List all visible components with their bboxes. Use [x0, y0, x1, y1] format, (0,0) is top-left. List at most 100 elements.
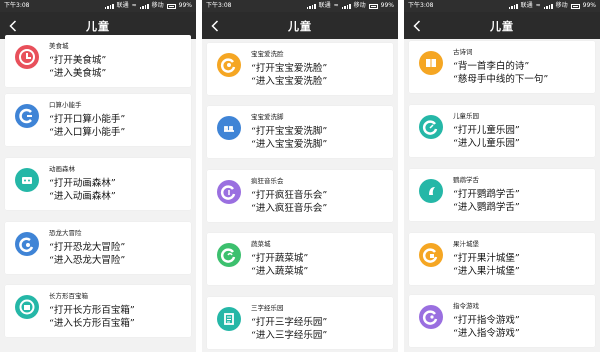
- skill-card[interactable]: 动画森林 “打开动画森林” “进入动画森林”: [5, 158, 191, 210]
- skill-name: 美食城: [49, 42, 69, 50]
- back-arrow-icon[interactable]: [410, 12, 424, 39]
- treasure-box-icon: [15, 295, 39, 319]
- skill-list: 美食城 “打开美食城” “进入美食城” 口算小能手 “打开口算小能手” “进入口…: [0, 35, 196, 352]
- status-indicators: 联通 ≈ 移动 99%: [508, 0, 596, 12]
- parrot-icon: [419, 179, 443, 203]
- skill-name: 动画森林: [49, 165, 75, 173]
- voice-command-open: “打开动画森林”: [49, 178, 116, 189]
- status-time: 下午3:08: [4, 2, 30, 9]
- battery-level: 99%: [582, 2, 596, 9]
- voice-command-open: “打开恐龙大冒险”: [49, 242, 126, 253]
- signal-icon-2: [341, 3, 351, 9]
- status-time: 下午3:08: [408, 2, 434, 9]
- skill-card[interactable]: 疯狂音乐会 “打开疯狂音乐会” “进入疯狂音乐会”: [207, 170, 393, 222]
- page-title: 儿童: [490, 19, 514, 33]
- voice-command-enter: “进入三字经乐园”: [251, 330, 328, 341]
- skill-card[interactable]: 指令游戏 “打开指令游戏” “进入指令游戏”: [409, 295, 595, 347]
- vegetable-icon: [217, 243, 241, 267]
- skill-card[interactable]: 蔬菜城 “打开蔬菜城” “进入蔬菜城”: [207, 233, 393, 285]
- wifi-icon: ≈: [333, 2, 339, 9]
- voice-command-open: “打开指令游戏”: [453, 315, 520, 326]
- signal-icon: [508, 3, 518, 9]
- carrier-2: 移动: [151, 2, 164, 9]
- wifi-icon: ≈: [535, 2, 541, 9]
- poetry-book-icon: [419, 51, 443, 75]
- back-arrow-icon[interactable]: [208, 12, 222, 39]
- skill-card[interactable]: 恐龙大冒险 “打开恐龙大冒险” “进入恐龙大冒险”: [5, 222, 191, 274]
- voice-command-enter: “进入疯狂音乐会”: [251, 203, 328, 214]
- voice-command-enter: “进入蔬菜城”: [251, 266, 309, 277]
- battery-level: 99%: [178, 2, 192, 9]
- skill-name: 蔬菜城: [251, 240, 271, 248]
- skill-name: 口算小能手: [49, 101, 82, 109]
- status-indicators: 联通 ≈ 移动 99%: [306, 0, 394, 12]
- battery-icon: [166, 3, 176, 9]
- skill-card[interactable]: 鹦鹉学舌 “打开鹦鹉学舌” “进入鹦鹉学舌”: [409, 169, 595, 221]
- voice-command-open: “打开三字经乐园”: [251, 317, 328, 328]
- book-scroll-icon: [217, 307, 241, 331]
- skill-card[interactable]: 三字经乐园 “打开三字经乐园” “进入三字经乐园”: [207, 297, 393, 349]
- skill-name: 宝宝爱洗脚: [251, 113, 284, 121]
- voice-command-enter: “进入宝宝爱洗脸”: [251, 76, 328, 87]
- skill-card[interactable]: 口算小能手 “打开口算小能手” “进入口算小能手”: [5, 94, 191, 146]
- voice-command-enter: “进入宝宝爱洗脚”: [251, 139, 328, 150]
- carrier-2: 移动: [353, 2, 366, 9]
- signal-icon: [104, 3, 114, 9]
- phone-screen-3: 下午3:08 联通 ≈ 移动 99% 儿童 古诗词 “背一首李白的诗” “慈母手…: [404, 0, 600, 352]
- battery-icon: [368, 3, 378, 9]
- skill-list: 古诗词 “背一首李白的诗” “慈母手中线的下一句” 儿童乐园 “打开儿童乐园” …: [404, 39, 600, 352]
- voice-command-open: “背一首李白的诗”: [453, 61, 530, 72]
- status-bar: 下午3:08 联通 ≈ 移动 99%: [404, 0, 600, 12]
- skill-card[interactable]: 宝宝爱洗脸 “打开宝宝爱洗脸” “进入宝宝爱洗脸”: [207, 43, 393, 95]
- skill-name: 长方形百宝箱: [49, 292, 88, 300]
- skill-name: 鹦鹉学舌: [453, 176, 479, 184]
- voice-command-enter: “进入长方形百宝箱”: [49, 318, 135, 329]
- skill-list: 宝宝爱洗脸 “打开宝宝爱洗脸” “进入宝宝爱洗脸” 宝宝爱洗脚 “打开宝宝爱洗脚…: [202, 39, 398, 352]
- voice-command-open: “打开长方形百宝箱”: [49, 305, 135, 316]
- skill-name: 果汁城堡: [453, 240, 479, 248]
- voice-command-enter: “进入动画森林”: [49, 191, 116, 202]
- voice-command-open: “打开美食城”: [49, 55, 107, 66]
- status-bar: 下午3:08 联通 ≈ 移动 99%: [202, 0, 398, 12]
- music-icon: [217, 180, 241, 204]
- phone-screen-2: 下午3:08 联通 ≈ 移动 99% 儿童 宝宝爱洗脸 “打开宝宝爱洗脸” “进…: [202, 0, 398, 352]
- skill-card[interactable]: 宝宝爱洗脚 “打开宝宝爱洗脚” “进入宝宝爱洗脚”: [207, 106, 393, 158]
- wifi-icon: ≈: [131, 2, 137, 9]
- playground-icon: [419, 115, 443, 139]
- skill-card[interactable]: 儿童乐园 “打开儿童乐园” “进入儿童乐园”: [409, 105, 595, 157]
- signal-icon-2: [139, 3, 149, 9]
- skill-name: 古诗词: [453, 48, 473, 56]
- voice-command-open: “打开蔬菜城”: [251, 253, 309, 264]
- battery-icon: [570, 3, 580, 9]
- status-indicators: 联通 ≈ 移动 99%: [104, 0, 192, 12]
- carrier-1: 联通: [318, 2, 331, 9]
- voice-command-open: “打开儿童乐园”: [453, 125, 520, 136]
- skill-name: 宝宝爱洗脸: [251, 50, 284, 58]
- voice-command-open: “打开疯狂音乐会”: [251, 190, 328, 201]
- voice-command-open: “打开口算小能手”: [49, 114, 126, 125]
- voice-command-enter: “进入指令游戏”: [453, 328, 520, 339]
- skill-name: 疯狂音乐会: [251, 177, 284, 185]
- app-bar: 儿童: [404, 12, 600, 39]
- skill-card[interactable]: 长方形百宝箱 “打开长方形百宝箱” “进入长方形百宝箱”: [5, 285, 191, 337]
- skill-card[interactable]: 古诗词 “背一首李白的诗” “慈母手中线的下一句”: [409, 41, 595, 93]
- wash-face-icon: [217, 53, 241, 77]
- voice-command-open: “打开宝宝爱洗脸”: [251, 63, 328, 74]
- voice-command-enter: “进入恐龙大冒险”: [49, 255, 126, 266]
- command-game-icon: [419, 305, 443, 329]
- voice-command-enter: “进入美食城”: [49, 68, 107, 79]
- status-time: 下午3:08: [206, 2, 232, 9]
- skill-card[interactable]: 果汁城堡 “打开果汁城堡” “进入果汁城堡”: [409, 233, 595, 285]
- battery-level: 99%: [380, 2, 394, 9]
- dinosaur-icon: [15, 232, 39, 256]
- voice-command-enter: “进入果汁城堡”: [453, 266, 520, 277]
- skill-card[interactable]: 美食城 “打开美食城” “进入美食城”: [5, 35, 191, 87]
- skill-name: 儿童乐园: [453, 112, 479, 120]
- voice-command-open: “打开鹦鹉学舌”: [453, 189, 520, 200]
- chef-icon: [15, 45, 39, 69]
- cartoon-icon: [15, 168, 39, 192]
- carrier-1: 联通: [520, 2, 533, 9]
- carrier-1: 联通: [116, 2, 129, 9]
- skill-name: 指令游戏: [453, 302, 479, 310]
- status-bar: 下午3:08 联通 ≈ 移动 99%: [0, 0, 196, 12]
